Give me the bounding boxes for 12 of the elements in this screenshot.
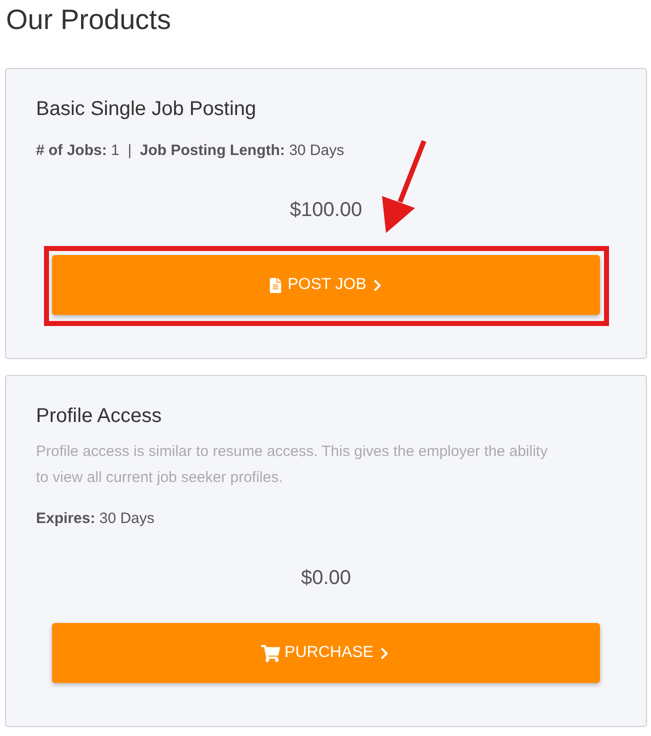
page-title: Our Products (6, 3, 172, 37)
product-description: Profile access is similar to resume access. This gives the employer the ability to view all current job seeker profiles. (36, 442, 549, 488)
product-title: Profile Access (36, 404, 163, 429)
product-price: $100.00 (290, 198, 362, 223)
product-price: $0.00 (300, 566, 352, 591)
cart-icon (260, 644, 280, 662)
action-button[interactable]: POST JOB (52, 255, 600, 315)
document-icon (268, 278, 283, 292)
product-details: # of Jobs: 1 | Job Posting Length: 30 Days (36, 141, 346, 161)
action-button[interactable]: PURCHASE (52, 623, 600, 683)
product-details: Expires: 30 Days (36, 509, 156, 529)
product-title: Basic Single Job Posting (36, 97, 258, 122)
